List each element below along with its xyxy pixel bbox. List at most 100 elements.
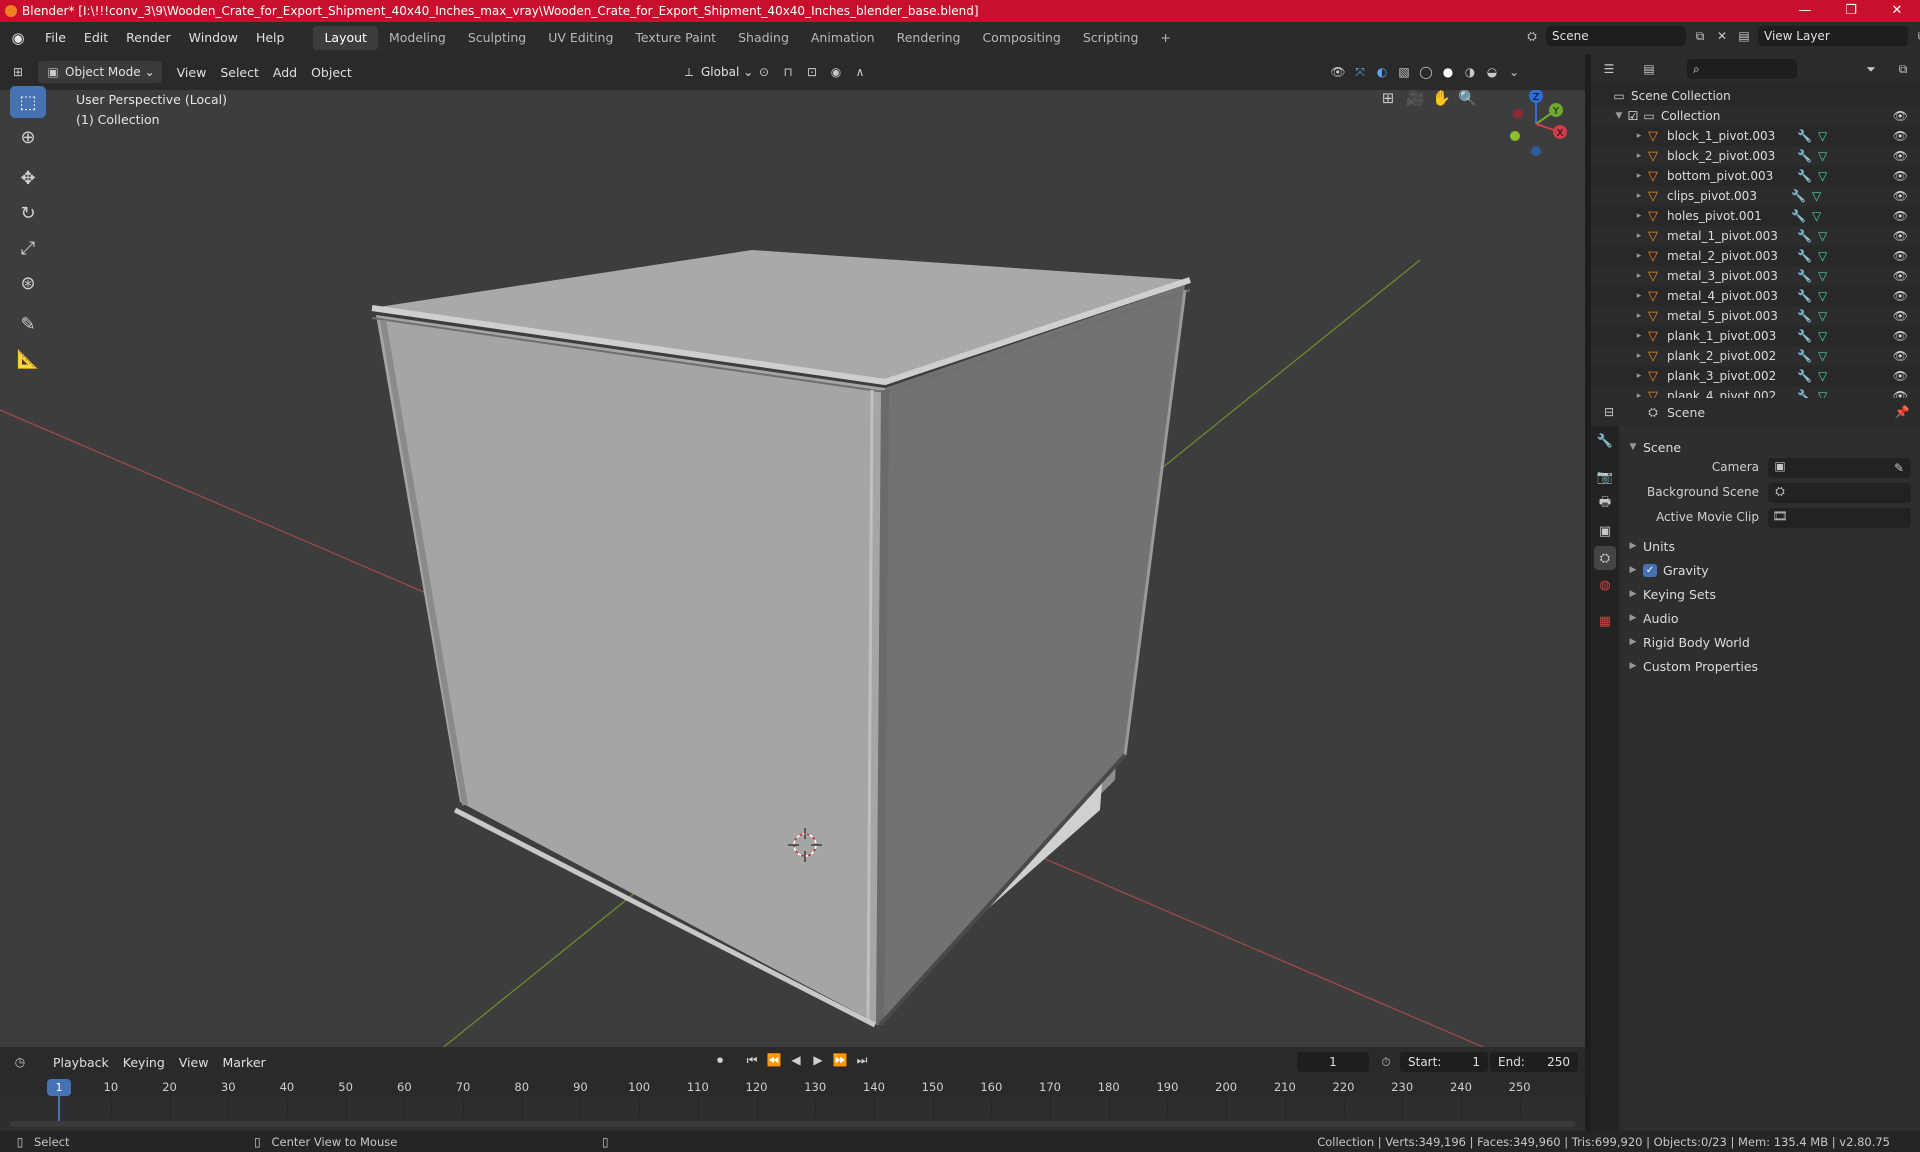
pan-hand-icon[interactable]: ✋ [1432,90,1451,106]
workspace-tab-compositing[interactable]: Compositing [971,26,1071,50]
end-frame-field[interactable]: End: 250 [1490,1052,1578,1072]
new-scene-icon[interactable]: ⧉ [1692,28,1708,44]
tool-tab[interactable]: 🔧 [1594,429,1616,453]
transform-orientation-dropdown[interactable]: ⟂ Global ⌄ [674,61,760,83]
outliner-collection[interactable]: ▼ ☑ ▭ Collection 👁 [1591,106,1920,126]
rotate-tool[interactable]: ↻ [10,197,46,229]
outliner-object-row[interactable]: ▸ ▽ clips_pivot.003 🔧 ▽ 👁 [1591,186,1920,206]
3d-viewport[interactable]: User Perspective (Local) (1) Collection … [0,90,1585,1047]
workspace-tab-layout[interactable]: Layout [313,26,378,50]
minimize-button[interactable]: — [1782,0,1828,22]
mesh-data-icon[interactable]: ▽ [1818,149,1827,163]
timeline-scrollbar[interactable] [10,1121,1575,1127]
modifier-wrench-icon[interactable]: 🔧 [1797,229,1812,243]
expand-triangle-icon[interactable]: ▸ [1633,271,1645,281]
outliner-object-row[interactable]: ▸ ▽ plank_1_pivot.003 🔧 ▽ 👁 [1591,326,1920,346]
jump-start-icon[interactable]: ⏮ [742,1053,762,1068]
close-button[interactable]: ✕ [1874,0,1920,22]
modifier-wrench-icon[interactable]: 🔧 [1797,249,1812,263]
background-scene-field[interactable]: ⛭ [1768,483,1911,503]
eye-icon[interactable]: 👁 [1893,269,1908,283]
scene-selector[interactable]: Scene [1546,26,1686,46]
expand-triangle-icon[interactable]: ▸ [1633,251,1645,261]
view-layer-selector[interactable]: View Layer [1758,26,1908,46]
outliner-object-row[interactable]: ▸ ▽ metal_4_pivot.003 🔧 ▽ 👁 [1591,286,1920,306]
mesh-data-icon[interactable]: ▽ [1818,269,1827,283]
mesh-data-icon[interactable]: ▽ [1818,129,1827,143]
eyedropper-icon[interactable]: ✎ [1891,460,1907,476]
mesh-data-icon[interactable]: ▽ [1818,169,1827,183]
eye-icon[interactable]: 👁 [1893,229,1908,243]
pin-icon[interactable]: 📌 [1894,404,1910,420]
mesh-data-icon[interactable]: ▽ [1818,329,1827,343]
measure-tool[interactable]: 📐 [10,343,46,375]
outliner-object-row[interactable]: ▸ ▽ metal_3_pivot.003 🔧 ▽ 👁 [1591,266,1920,286]
expand-triangle-icon[interactable]: ▸ [1633,311,1645,321]
shading-options-icon[interactable]: ⌄ [1506,64,1522,80]
add-workspace-button[interactable]: + [1149,26,1181,50]
workspace-tab-sculpting[interactable]: Sculpting [457,26,537,50]
delete-scene-icon[interactable]: ✕ [1714,28,1730,44]
workspace-tab-modeling[interactable]: Modeling [378,26,457,50]
timeline[interactable]: 10 20 30 40 50 60 70 80 90 100 110 120 130 140 150 160 1… [0,1077,1585,1131]
current-frame-field[interactable]: 1 [1297,1052,1369,1072]
gravity-panel[interactable]: ▶ ✓ Gravity [1627,559,1917,581]
menu-help[interactable]: Help [247,22,294,54]
eye-icon[interactable]: 👁 [1893,349,1908,363]
scene-icon[interactable]: ⛭ [1524,28,1540,44]
expand-triangle-icon[interactable]: ▸ [1633,151,1645,161]
navigation-gizmo[interactable]: Z Y X [1498,90,1578,166]
scene-tab[interactable]: ⛭ [1594,546,1616,570]
modifier-wrench-icon[interactable]: 🔧 [1797,329,1812,343]
keying-sets-panel[interactable]: ▶ Keying Sets [1627,583,1917,605]
outliner-object-row[interactable]: ▸ ▽ block_2_pivot.003 🔧 ▽ 👁 [1591,146,1920,166]
gizmo-icon[interactable]: ⤧ [1352,64,1368,80]
display-mode-icon[interactable]: ▤ [1641,61,1657,77]
expand-triangle-icon[interactable]: ▸ [1633,131,1645,141]
eye-icon[interactable]: 👁 [1893,309,1908,323]
modifier-wrench-icon[interactable]: 🔧 [1797,129,1812,143]
modifier-wrench-icon[interactable]: 🔧 [1797,309,1812,323]
mesh-data-icon[interactable]: ▽ [1818,349,1827,363]
eye-icon[interactable]: 👁 [1893,169,1908,183]
properties-editor-icon[interactable]: ⊟ [1601,404,1617,420]
modifier-wrench-icon[interactable]: 🔧 [1797,389,1812,398]
output-tab[interactable]: 🖶 [1594,492,1616,516]
timeline-menu-keying[interactable]: Keying [116,1055,172,1070]
modifier-wrench-icon[interactable]: 🔧 [1797,289,1812,303]
mesh-data-icon[interactable]: ▽ [1818,369,1827,383]
expand-triangle-icon[interactable]: ▸ [1633,171,1645,181]
expand-triangle-icon[interactable]: ▸ [1633,211,1645,221]
outliner-object-row[interactable]: ▸ ▽ holes_pivot.001 🔧 ▽ 👁 [1591,206,1920,226]
outliner-object-row[interactable]: ▸ ▽ block_1_pivot.003 🔧 ▽ 👁 [1591,126,1920,146]
modifier-wrench-icon[interactable]: 🔧 [1797,369,1812,383]
timeline-menu-playback[interactable]: Playback [46,1055,116,1070]
timeline-menu-marker[interactable]: Marker [215,1055,272,1070]
maximize-button[interactable]: ❐ [1828,0,1874,22]
eye-icon[interactable]: 👁 [1893,249,1908,263]
rendered-shading-icon[interactable]: ◒ [1484,64,1500,80]
viewport-menu-view[interactable]: View [170,65,214,80]
overlay-icon[interactable]: ◐ [1374,64,1390,80]
timeline-menu-view[interactable]: View [172,1055,216,1070]
filter-icon[interactable]: ⏷ [1863,61,1879,77]
outliner-editor-icon[interactable]: ☰ [1601,61,1617,77]
rigid-body-world-panel[interactable]: ▶ Rigid Body World [1627,631,1917,653]
record-icon[interactable]: ⏺ [710,1053,730,1068]
editor-type-icon[interactable]: ⊞ [10,64,26,80]
new-collection-icon[interactable]: ⧉ [1895,61,1911,77]
outliner-scene-collection[interactable]: ▭ Scene Collection [1591,86,1920,106]
gravity-checkbox[interactable]: ✓ [1643,563,1657,577]
expand-triangle-icon[interactable]: ▸ [1633,371,1645,381]
scene-panel-header[interactable]: ▼ Scene [1627,436,1917,458]
menu-window[interactable]: Window [180,22,247,54]
expand-triangle-icon[interactable]: ▸ [1633,231,1645,241]
mesh-data-icon[interactable]: ▽ [1818,389,1827,398]
snap-icon[interactable]: ⊓ [780,64,796,80]
snap-target-icon[interactable]: ⊡ [804,64,820,80]
modifier-wrench-icon[interactable]: 🔧 [1791,189,1806,203]
expand-triangle-icon[interactable]: ▸ [1633,191,1645,201]
jump-end-icon[interactable]: ⏭ [852,1053,872,1068]
eye-icon[interactable]: 👁 [1893,389,1908,398]
viewport-menu-select[interactable]: Select [213,65,266,80]
